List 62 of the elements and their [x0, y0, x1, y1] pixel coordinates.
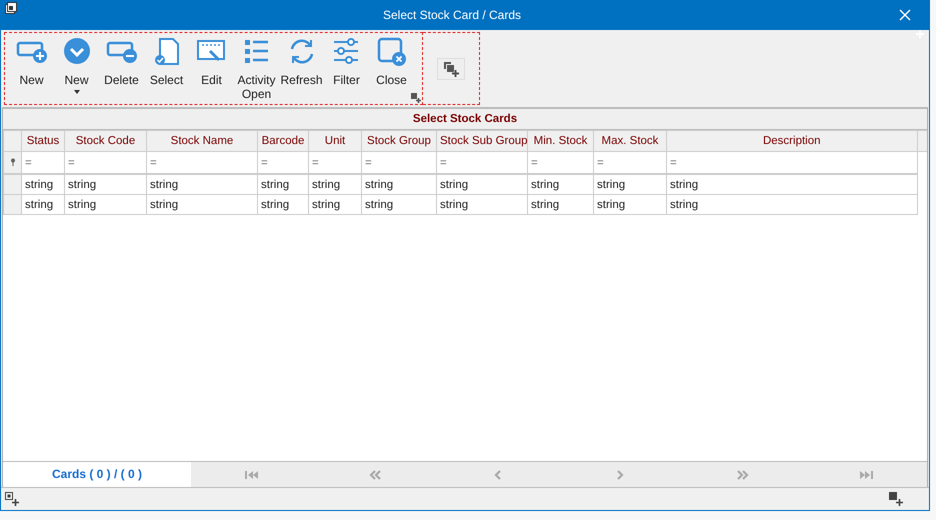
column-header[interactable]: Status: [22, 130, 64, 152]
filter-cell[interactable]: =: [594, 152, 666, 174]
column-header[interactable]: Min. Stock: [528, 130, 594, 152]
table-cell: string: [436, 174, 528, 194]
toolbar-button[interactable]: Delete: [99, 37, 144, 87]
caret-icon: [74, 90, 80, 94]
toolbar-button[interactable]: Edit: [189, 37, 234, 87]
table-cell: string: [666, 174, 917, 194]
table-cell: string: [666, 194, 917, 214]
toolbar-button[interactable]: New: [54, 37, 99, 94]
table-cell: string: [146, 194, 258, 214]
table-cell: string: [594, 174, 666, 194]
close-icon[interactable]: [899, 9, 911, 21]
filter-cell[interactable]: =: [146, 152, 258, 174]
filter-cell[interactable]: =: [64, 152, 146, 174]
toolbar-button[interactable]: Filter: [324, 37, 369, 87]
add-layout-icon[interactable]: [889, 492, 903, 506]
column-header[interactable]: Unit: [308, 130, 362, 152]
toolbar-button[interactable]: New: [9, 37, 54, 87]
toolbar-button[interactable]: Select: [144, 37, 189, 87]
table-cell: string: [64, 194, 146, 214]
add-layout-icon[interactable]: [411, 93, 421, 103]
column-header[interactable]: Stock Code: [64, 130, 146, 152]
window-title: Select Stock Card / Cards: [382, 8, 522, 22]
table-cell: string: [362, 174, 436, 194]
plus-icon: [916, 30, 924, 38]
record-count: Cards ( 0 ) / ( 0 ): [3, 462, 191, 487]
add-layout-icon[interactable]: [5, 492, 19, 506]
close-screen-icon: [376, 37, 408, 67]
table-cell: string: [258, 174, 308, 194]
grid-title: Select Stock Cards: [3, 109, 927, 130]
add-group-button[interactable]: [437, 58, 465, 80]
table-cell: string: [146, 174, 258, 194]
toolbar-button[interactable]: Close: [369, 37, 414, 87]
table-cell: string: [64, 174, 146, 194]
filter-cell[interactable]: =: [362, 152, 436, 174]
table-cell: string: [258, 194, 308, 214]
table-cell: string: [22, 174, 64, 194]
table-cell: string: [308, 174, 362, 194]
filter-cell[interactable]: =: [528, 152, 594, 174]
column-header[interactable]: Stock Group: [362, 130, 436, 152]
pin-icon: [10, 158, 16, 166]
column-header[interactable]: Max. Stock: [594, 130, 666, 152]
filter-cell[interactable]: =: [258, 152, 308, 174]
table-cell: string: [362, 194, 436, 214]
filter-cell[interactable]: =: [666, 152, 917, 174]
toolbar-button[interactable]: Activity Open: [234, 37, 279, 101]
add-layout-icon: [443, 60, 459, 76]
column-header[interactable]: Description: [666, 130, 917, 152]
table-cell: string: [528, 174, 594, 194]
filter-cell[interactable]: =: [308, 152, 362, 174]
window-icon[interactable]: [5, 2, 17, 14]
table-cell: string: [22, 194, 64, 214]
filter-cell[interactable]: =: [22, 152, 64, 174]
table-cell: string: [436, 194, 528, 214]
table-cell: string: [528, 194, 594, 214]
filter-cell[interactable]: =: [436, 152, 528, 174]
column-header[interactable]: Stock Name: [146, 130, 258, 152]
toolbar-button[interactable]: Refresh: [279, 37, 324, 87]
column-header[interactable]: Barcode: [258, 130, 308, 152]
table-cell: string: [308, 194, 362, 214]
table-cell: string: [594, 194, 666, 214]
